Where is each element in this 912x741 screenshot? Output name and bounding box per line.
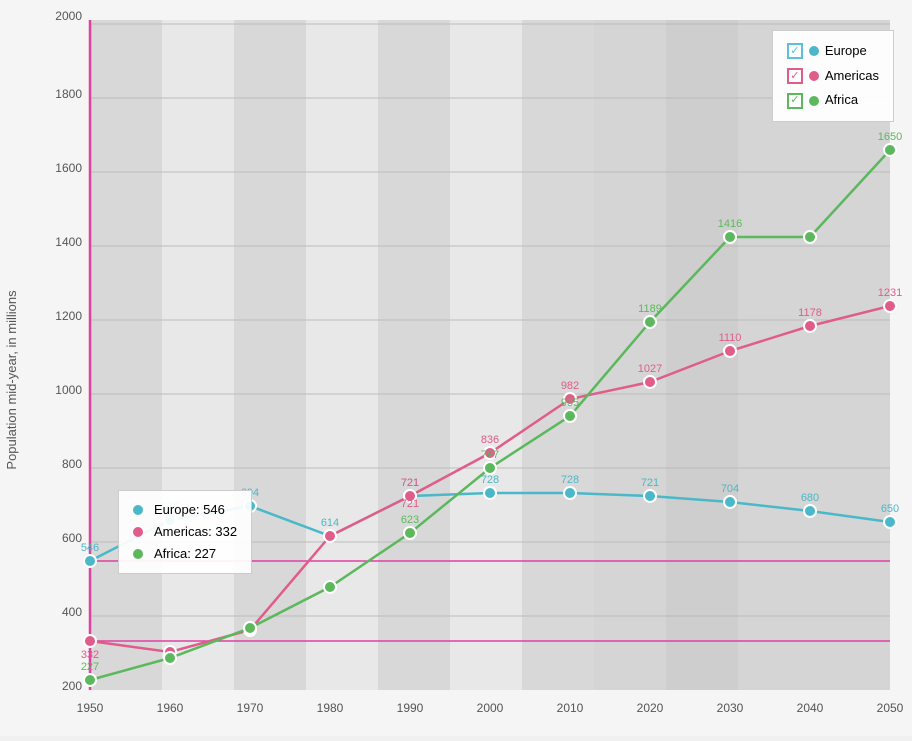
svg-text:935: 935 xyxy=(561,397,579,409)
svg-text:1960: 1960 xyxy=(157,701,184,715)
svg-text:614: 614 xyxy=(321,517,339,529)
svg-text:2000: 2000 xyxy=(55,9,82,23)
y-axis-label: Population mid-year, in millions xyxy=(4,290,19,470)
legend-item-africa[interactable]: ✓ Africa xyxy=(787,88,879,113)
chart-container: 2000 1800 1600 1400 1200 1000 800 600 40… xyxy=(0,0,912,736)
svg-text:1027: 1027 xyxy=(638,363,662,375)
svg-text:1600: 1600 xyxy=(55,161,82,175)
svg-text:728: 728 xyxy=(481,474,499,486)
svg-text:2000: 2000 xyxy=(477,701,504,715)
svg-text:227: 227 xyxy=(81,661,99,673)
svg-text:1400: 1400 xyxy=(55,235,82,249)
svg-text:800: 800 xyxy=(62,457,82,471)
svg-text:2040: 2040 xyxy=(797,701,824,715)
svg-text:2010: 2010 xyxy=(557,701,584,715)
legend-americas-label: Americas xyxy=(825,64,879,89)
svg-text:1650: 1650 xyxy=(878,131,902,143)
legend-europe-label: Europe xyxy=(825,39,867,64)
svg-text:1970: 1970 xyxy=(237,701,264,715)
svg-text:1990: 1990 xyxy=(397,701,424,715)
svg-text:982: 982 xyxy=(561,380,579,392)
svg-text:1189: 1189 xyxy=(638,303,662,315)
svg-text:2030: 2030 xyxy=(717,701,744,715)
chart-legend: ✓ Europe ✓ Americas ✓ Africa xyxy=(772,30,894,122)
europe-checkbox[interactable]: ✓ xyxy=(787,43,803,59)
svg-text:721: 721 xyxy=(401,498,419,510)
svg-text:704: 704 xyxy=(721,483,739,495)
svg-text:1110: 1110 xyxy=(719,332,742,344)
svg-text:200: 200 xyxy=(62,679,82,693)
legend-item-americas[interactable]: ✓ Americas xyxy=(787,64,879,89)
svg-text:623: 623 xyxy=(401,514,419,526)
svg-text:694: 694 xyxy=(241,487,259,499)
svg-text:650: 650 xyxy=(881,503,899,515)
svg-text:836: 836 xyxy=(481,434,499,446)
svg-text:680: 680 xyxy=(801,492,819,504)
svg-text:721: 721 xyxy=(401,477,419,489)
svg-text:1800: 1800 xyxy=(55,87,82,101)
legend-item-europe[interactable]: ✓ Europe xyxy=(787,39,879,64)
svg-text:400: 400 xyxy=(62,605,82,619)
svg-text:1950: 1950 xyxy=(77,701,104,715)
svg-text:546: 546 xyxy=(81,542,99,554)
africa-checkbox[interactable]: ✓ xyxy=(787,93,803,109)
svg-text:1000: 1000 xyxy=(55,383,82,397)
svg-text:797: 797 xyxy=(481,449,499,461)
svg-text:1231: 1231 xyxy=(878,287,902,299)
svg-text:656: 656 xyxy=(161,501,179,513)
svg-text:1178: 1178 xyxy=(798,307,822,319)
svg-text:721: 721 xyxy=(641,477,659,489)
svg-text:2020: 2020 xyxy=(637,701,664,715)
americas-checkbox[interactable]: ✓ xyxy=(787,68,803,84)
svg-text:600: 600 xyxy=(62,531,82,545)
svg-text:1416: 1416 xyxy=(718,218,742,230)
svg-text:332: 332 xyxy=(81,649,99,661)
svg-text:728: 728 xyxy=(561,474,579,486)
svg-text:1980: 1980 xyxy=(317,701,344,715)
svg-text:1200: 1200 xyxy=(55,309,82,323)
legend-africa-label: Africa xyxy=(825,88,858,113)
svg-text:2050: 2050 xyxy=(877,701,904,715)
